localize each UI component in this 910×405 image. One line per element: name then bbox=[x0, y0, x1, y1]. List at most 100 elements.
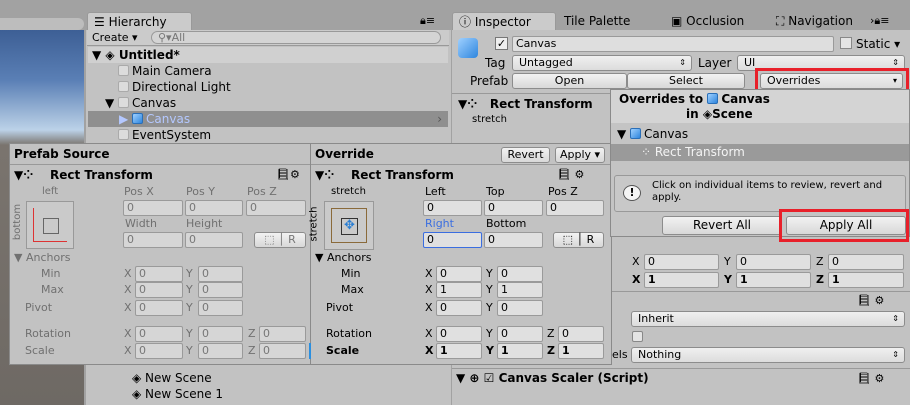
source-h2-0: Width bbox=[125, 217, 157, 230]
tag-label: Tag bbox=[485, 56, 506, 70]
hierarchy-item[interactable]: ▼ Canvas bbox=[88, 95, 448, 111]
inspector-layer: UI bbox=[744, 56, 756, 69]
element bbox=[43, 218, 59, 234]
hierarchy-item[interactable]: Directional Light bbox=[88, 79, 448, 95]
help-settings-icons[interactable]: 📘︎ ⚙ bbox=[557, 168, 584, 181]
tab-occlusion[interactable]: ▣ Occlusion bbox=[665, 12, 744, 30]
override-pivot_v-0: 0 bbox=[436, 300, 482, 316]
source-scale_v-1: 0 bbox=[198, 343, 243, 359]
canvas-scaler-header[interactable]: ▼ ⊕ ☑ Canvas Scaler (Script) bbox=[456, 370, 649, 386]
inspector-scaler: Canvas Scaler (Script) bbox=[498, 371, 649, 385]
override-min: Min bbox=[341, 267, 361, 280]
rotation-y-field[interactable]: 0 bbox=[736, 254, 811, 270]
override-min_v-1: 0 bbox=[497, 266, 543, 282]
hierarchy-search-input[interactable]: ⚲▾All bbox=[151, 31, 441, 44]
source-v2-0: 0 bbox=[123, 232, 183, 248]
hierarchy-scene: Untitled* bbox=[118, 48, 180, 62]
lock-icon[interactable]: ›🔒︎≡ bbox=[870, 14, 889, 28]
source-rotation: Rotation bbox=[25, 327, 72, 340]
apply-button[interactable]: Apply ▾ bbox=[555, 147, 605, 163]
hierarchy-item[interactable]: ◈ New Scene bbox=[88, 370, 448, 386]
source-anchor_top: left bbox=[42, 186, 59, 197]
pos-z-field[interactable]: 0 bbox=[546, 200, 604, 216]
anchor-label: stretch bbox=[472, 114, 507, 125]
tree-item-rect-transform[interactable]: ⁘ Rect Transform bbox=[611, 144, 909, 161]
name-input[interactable]: Canvas bbox=[512, 36, 834, 52]
element: Y bbox=[486, 344, 494, 357]
help-settings-icons[interactable]: 📘︎ ⚙ bbox=[857, 372, 884, 385]
tab-tile-palette[interactable]: Tile Palette bbox=[558, 12, 630, 30]
top-field[interactable]: 0 bbox=[484, 200, 543, 216]
tab-inspector[interactable]: ⓘ Inspector bbox=[452, 12, 556, 30]
hierarchy-item[interactable]: EventSystem bbox=[88, 127, 448, 143]
element: X bbox=[124, 344, 132, 357]
rotation-x-field[interactable]: 0 bbox=[644, 254, 719, 270]
tab-hierarchy[interactable]: ☰ Hierarchy bbox=[87, 12, 192, 30]
tag-dropdown[interactable]: Untagged ⇕ bbox=[512, 55, 692, 71]
source-min: Min bbox=[41, 267, 61, 280]
create-button[interactable]: Create ▾ bbox=[92, 31, 138, 44]
right-field[interactable]: 0 bbox=[423, 232, 482, 248]
override-r: R bbox=[586, 233, 595, 246]
hierarchy-scenes-1: New Scene 1 bbox=[145, 387, 224, 401]
scale-z-field[interactable]: 1 bbox=[828, 272, 904, 288]
hierarchy-search_placeholder: All bbox=[171, 31, 186, 44]
override-h2-1: Bottom bbox=[486, 217, 527, 230]
source-min_v-1: 0 bbox=[198, 266, 243, 282]
overrides_popup-title_scene: Scene bbox=[712, 107, 753, 121]
inspector-tabs-3: Navigation bbox=[788, 14, 853, 28]
element: X bbox=[124, 301, 132, 314]
anchor-preset-icon[interactable]: ✥ bbox=[324, 201, 374, 250]
element: ▼⁘ Rect Transform bbox=[315, 168, 454, 182]
prefab-select-button[interactable]: Select bbox=[627, 73, 745, 89]
tab-navigation[interactable]: ⛶ Navigation bbox=[770, 12, 853, 30]
element: Z bbox=[547, 327, 555, 340]
scale-x-field[interactable]: 1 bbox=[644, 272, 719, 288]
element: X bbox=[632, 255, 640, 268]
layers-dropdown[interactable]: Nothing ⇕ bbox=[631, 347, 905, 363]
revert-button[interactable]: Revert bbox=[501, 147, 550, 163]
help-settings-icons[interactable]: 📘︎ ⚙ bbox=[857, 294, 884, 307]
scene-search[interactable] bbox=[0, 18, 84, 30]
source-rot_v-1: 0 bbox=[198, 326, 243, 342]
pixel-perfect-checkbox[interactable] bbox=[632, 331, 643, 342]
override-scale: Scale bbox=[326, 344, 360, 357]
element: Y bbox=[724, 273, 732, 286]
source-rot_v-0: 0 bbox=[135, 326, 183, 342]
element bbox=[612, 291, 910, 292]
active-checkbox[interactable]: ✓ bbox=[495, 37, 508, 50]
tree-root[interactable]: ▼ Canvas bbox=[617, 126, 688, 142]
prefab-icon bbox=[630, 128, 642, 139]
render-mode-dropdown[interactable]: Inherit ⇕ bbox=[631, 311, 905, 327]
element: X bbox=[425, 301, 433, 314]
element: X bbox=[632, 273, 641, 286]
scene-header[interactable]: ▼ ◈ Untitled* bbox=[88, 47, 448, 63]
layers-label: els bbox=[612, 348, 628, 361]
static-label[interactable]: Static ▾ bbox=[856, 36, 900, 52]
overrides_popup-tree_root: Canvas bbox=[644, 127, 689, 141]
hierarchy-item[interactable]: Main Camera bbox=[88, 63, 448, 79]
blueprint-raw-buttons[interactable]: ⬚ │ R bbox=[553, 232, 604, 248]
component-header[interactable]: ▼⁘ Rect Transform bbox=[458, 96, 593, 112]
info-icon: ! bbox=[623, 185, 641, 201]
source-h2-1: Height bbox=[186, 217, 223, 230]
left-field[interactable]: 0 bbox=[423, 200, 482, 216]
override-min_v-0: 0 bbox=[436, 266, 482, 282]
static-checkbox[interactable] bbox=[840, 37, 852, 49]
scale-y-field[interactable]: 1 bbox=[736, 272, 811, 288]
source-anchors: Anchors bbox=[25, 251, 71, 264]
bottom-field[interactable]: 0 bbox=[484, 232, 543, 248]
override-h1-1: Top bbox=[486, 185, 505, 198]
prefab-open-button[interactable]: Open bbox=[512, 73, 627, 89]
override-h1-0: Left bbox=[425, 185, 446, 198]
source-rot_v-2: 0 bbox=[259, 326, 306, 342]
prefab-label: Prefab bbox=[470, 74, 509, 88]
element: X bbox=[425, 267, 433, 280]
lock-icon[interactable]: 🔒︎≡ bbox=[420, 14, 435, 28]
override-max_v-0: 1 bbox=[436, 282, 482, 298]
hierarchy-item[interactable]: ◈ New Scene 1 bbox=[88, 386, 448, 402]
hierarchy-item-selected[interactable]: ▶ Canvas › bbox=[88, 111, 448, 127]
rotation-z-field[interactable]: 0 bbox=[828, 254, 904, 270]
source-r: R bbox=[288, 233, 296, 246]
revert-all-button[interactable]: Revert All bbox=[662, 216, 782, 235]
